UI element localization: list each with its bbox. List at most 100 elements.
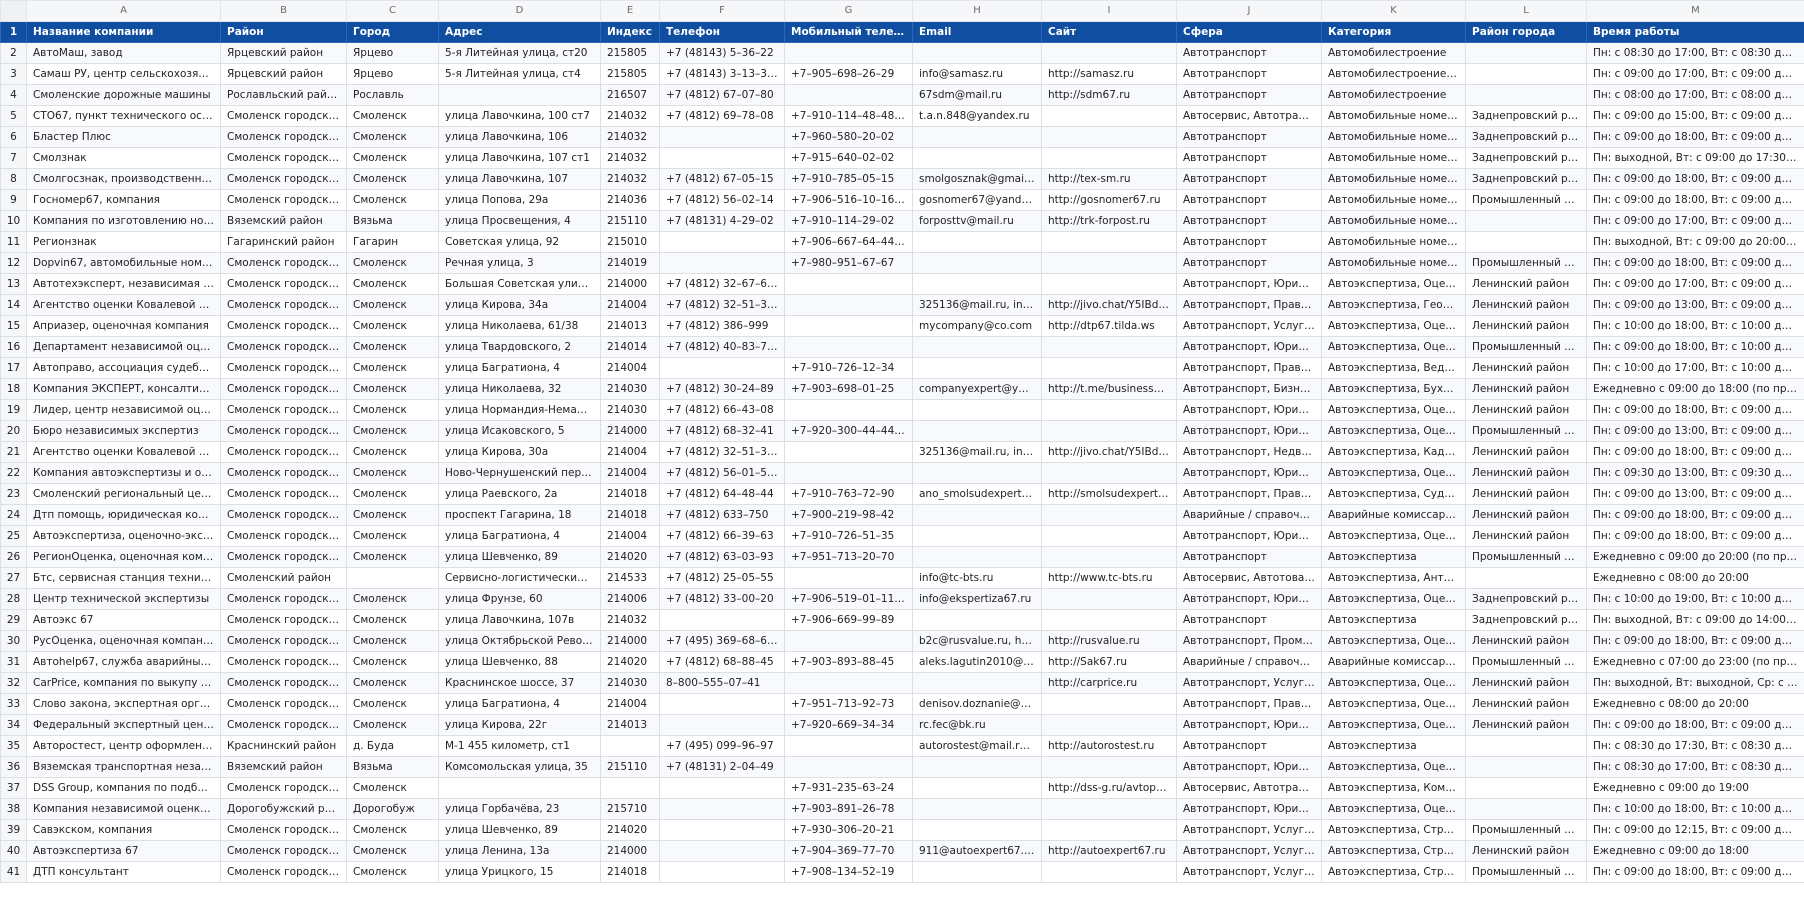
table-cell[interactable]: +7 (4812) 25–05–55 — [659, 567, 785, 589]
table-cell[interactable]: Автотехэксперт, независимая эксперт... — [26, 273, 221, 295]
table-cell[interactable]: Автотранспорт — [1176, 609, 1322, 631]
table-cell[interactable]: http://dtp67.tilda.ws — [1041, 315, 1177, 337]
row-number[interactable]: 3 — [0, 63, 27, 85]
table-cell[interactable]: Дтп помощь, юридическая компания — [26, 504, 221, 526]
table-cell[interactable]: Смолзнак — [26, 147, 221, 169]
table-cell[interactable]: улица Шевченко, 88 — [438, 651, 601, 673]
table-cell[interactable]: +7–910–785–05–15 — [784, 168, 913, 190]
table-cell[interactable]: http://autorostest.ru — [1041, 735, 1177, 757]
table-cell[interactable] — [784, 84, 913, 106]
table-cell[interactable]: +7 (4812) 64–48–44 — [659, 483, 785, 505]
table-cell[interactable]: Автотранспорт, Юридичес... — [1176, 273, 1322, 295]
table-cell[interactable] — [912, 273, 1042, 295]
table-cell[interactable] — [784, 756, 913, 778]
table-cell[interactable]: улица Шевченко, 89 — [438, 819, 601, 841]
table-cell[interactable]: Заднепровский район — [1465, 126, 1587, 148]
table-cell[interactable]: Пн: с 09:00 до 13:00, Вт: с 09:00 до 13:… — [1586, 420, 1804, 442]
table-cell[interactable]: +7–908–134–52–19 — [784, 861, 913, 883]
table-cell[interactable]: Автоэкспертиза — [1321, 609, 1466, 631]
table-cell[interactable]: Априазер, оценочная компания — [26, 315, 221, 337]
row-number[interactable]: 9 — [0, 189, 27, 211]
row-number[interactable]: 15 — [0, 315, 27, 337]
table-cell[interactable]: Краснинское шоссе, 37 — [438, 672, 601, 694]
table-cell[interactable]: +7 (48143) 3–13–32, +7... — [659, 63, 785, 85]
row-number[interactable]: 8 — [0, 168, 27, 190]
column-header-cell[interactable]: Телефон — [659, 21, 785, 43]
table-cell[interactable]: +7–906–519–01–11, +7... — [784, 588, 913, 610]
table-cell[interactable]: 325136@mail.ru, info@... — [912, 441, 1042, 463]
table-cell[interactable]: Ярцево — [346, 63, 439, 85]
table-cell[interactable]: +7 (4812) 386–999 — [659, 315, 785, 337]
table-cell[interactable]: Автосервис, Автотранспорт — [1176, 105, 1322, 127]
table-cell[interactable]: Смоленск — [346, 714, 439, 736]
table-cell[interactable]: Смоленск городской о... — [220, 105, 347, 127]
table-cell[interactable]: Ежедневно с 09:00 до 19:00 — [1586, 777, 1804, 799]
table-cell[interactable]: улица Горбачёва, 23 — [438, 798, 601, 820]
table-cell[interactable] — [912, 798, 1042, 820]
table-cell[interactable]: Регионзнак — [26, 231, 221, 253]
table-cell[interactable] — [346, 567, 439, 589]
table-cell[interactable]: Смоленск городской о... — [220, 378, 347, 400]
row-number[interactable]: 13 — [0, 273, 27, 295]
table-cell[interactable]: +7 (4812) 69–78–08 — [659, 105, 785, 127]
table-cell[interactable]: Компания независимой оценки и экс... — [26, 798, 221, 820]
table-cell[interactable]: 325136@mail.ru, info@... — [912, 294, 1042, 316]
table-cell[interactable]: Смоленск — [346, 357, 439, 379]
table-cell[interactable]: Пн: с 09:00 до 15:00, Вт: с 09:00 до 15:… — [1586, 105, 1804, 127]
table-cell[interactable]: Ленинский район — [1465, 840, 1587, 862]
table-cell[interactable] — [784, 672, 913, 694]
table-cell[interactable]: Ленинский район — [1465, 714, 1587, 736]
table-cell[interactable]: улица Николаева, 32 — [438, 378, 601, 400]
table-cell[interactable]: Ежедневно с 09:00 до 18:00 — [1586, 840, 1804, 862]
table-cell[interactable]: http://www.tc-bts.ru — [1041, 567, 1177, 589]
table-cell[interactable]: Смоленск — [346, 672, 439, 694]
table-cell[interactable] — [912, 420, 1042, 442]
table-cell[interactable] — [912, 861, 1042, 883]
table-cell[interactable]: +7 (4812) 66–39–63 — [659, 525, 785, 547]
table-cell[interactable]: Автотранспорт, Услуги стр... — [1176, 840, 1322, 862]
table-cell[interactable]: 214020 — [600, 819, 660, 841]
table-cell[interactable]: +7–905–698–26–29 — [784, 63, 913, 85]
table-cell[interactable]: проспект Гагарина, 18 — [438, 504, 601, 526]
table-cell[interactable]: Сервисно-логистический цент... — [438, 567, 601, 589]
table-cell[interactable] — [659, 777, 785, 799]
table-cell[interactable]: Автоэкспертиза, Оценка с... — [1321, 462, 1466, 484]
table-cell[interactable]: +7–920–300–44–44, +7... — [784, 420, 913, 442]
table-cell[interactable] — [1041, 336, 1177, 358]
table-cell[interactable]: 216507 — [600, 84, 660, 106]
table-cell[interactable]: forposttv@mail.ru — [912, 210, 1042, 232]
table-cell[interactable]: Пн: с 09:30 до 13:00, Вт: с 09:30 до 13:… — [1586, 462, 1804, 484]
table-cell[interactable]: Федеральный экспертный центр — [26, 714, 221, 736]
table-cell[interactable]: Смоленск городской о... — [220, 609, 347, 631]
table-cell[interactable]: Смоленск городской о... — [220, 399, 347, 421]
row-number[interactable]: 2 — [0, 42, 27, 64]
table-cell[interactable] — [784, 630, 913, 652]
table-cell[interactable]: улица Твардовского, 2 — [438, 336, 601, 358]
row-number[interactable]: 30 — [0, 630, 27, 652]
table-cell[interactable]: mycompany@co.com — [912, 315, 1042, 337]
table-cell[interactable]: Смоленск городской о... — [220, 126, 347, 148]
table-cell[interactable]: http://jivo.chat/Y5IBdTXN... — [1041, 294, 1177, 316]
table-cell[interactable]: +7–930–306–20–21 — [784, 819, 913, 841]
row-number[interactable]: 38 — [0, 798, 27, 820]
table-cell[interactable]: Пн: с 09:00 до 18:00, Вт: с 09:00 до 18:… — [1586, 126, 1804, 148]
table-cell[interactable]: Пн: с 09:00 до 13:00, Вт: с 09:00 до 13:… — [1586, 483, 1804, 505]
table-cell[interactable]: Смоленск — [346, 420, 439, 442]
table-cell[interactable]: Автоэкспертиза, Судебная ... — [1321, 483, 1466, 505]
table-cell[interactable] — [1041, 714, 1177, 736]
table-cell[interactable]: Речная улица, 3 — [438, 252, 601, 274]
table-cell[interactable] — [1041, 504, 1177, 526]
table-cell[interactable]: Пн: выходной, Вт: выходной, Ср: с 10:00 … — [1586, 672, 1804, 694]
table-cell[interactable]: Бюро независимых экспертиз — [26, 420, 221, 442]
table-cell[interactable]: Рославль — [346, 84, 439, 106]
table-cell[interactable]: +7 (495) 369–68–67, 8–... — [659, 630, 785, 652]
table-cell[interactable]: Смоленск — [346, 462, 439, 484]
table-cell[interactable]: Автотранспорт — [1176, 210, 1322, 232]
table-cell[interactable]: Пн: с 08:30 до 17:00, Вт: с 08:30 до 17:… — [1586, 756, 1804, 778]
table-cell[interactable] — [1041, 147, 1177, 169]
table-cell[interactable]: +7–910–114–29–02 — [784, 210, 913, 232]
table-cell[interactable]: Смоленск — [346, 189, 439, 211]
table-cell[interactable]: 215805 — [600, 63, 660, 85]
table-cell[interactable]: gosnomer67@yandex.ru — [912, 189, 1042, 211]
table-cell[interactable]: улица Раевского, 2а — [438, 483, 601, 505]
